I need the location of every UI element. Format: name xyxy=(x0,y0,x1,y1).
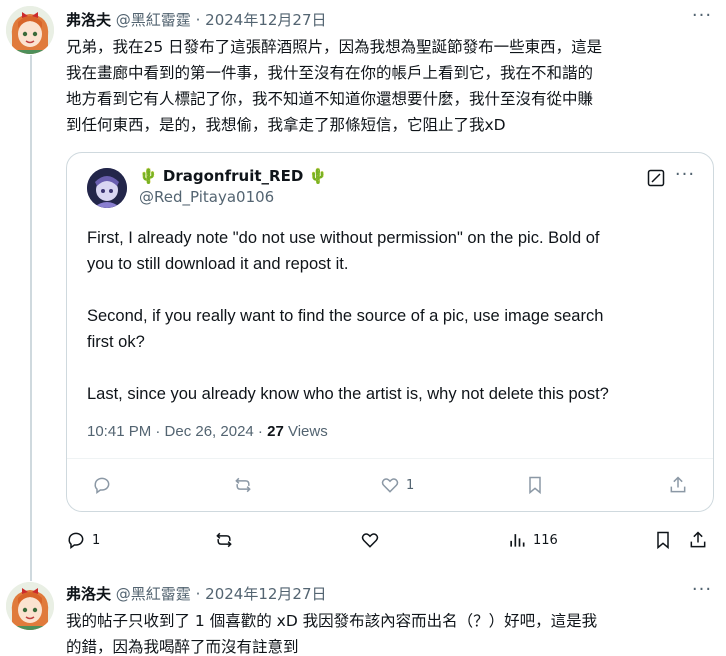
quote-paragraph: First, I already note "do not use withou… xyxy=(87,225,697,277)
quote-views-label: Views xyxy=(287,423,328,440)
quote-line: you to still download it and repost it. xyxy=(87,255,349,273)
timestamp[interactable]: 2024年12月27日 xyxy=(205,585,326,603)
repost-icon xyxy=(233,475,253,495)
quote-line: Last, since you already know who the art… xyxy=(87,385,609,403)
divider xyxy=(67,458,713,459)
bookmark-icon xyxy=(525,475,545,495)
tweet-header: 弗洛夫 @黑紅霤霆 · 2024年12月27日 xyxy=(66,583,327,604)
heart-icon xyxy=(360,530,380,550)
quote-text: First, I already note "do not use withou… xyxy=(87,225,697,433)
tweet-header: 弗洛夫 @黑紅霤霆 · 2024年12月27日 xyxy=(66,9,327,30)
quote-more-options-button[interactable]: ··· xyxy=(673,166,697,189)
quote-views-count: 27 xyxy=(267,423,284,440)
quote-handle[interactable]: @Red_Pitaya0106 xyxy=(139,188,274,206)
quote-name-text: Dragonfruit_RED xyxy=(162,167,304,185)
quote-display-name[interactable]: 🌵 Dragonfruit_RED 🌵 xyxy=(139,167,327,185)
bookmark-button[interactable] xyxy=(653,530,673,550)
cactus-emoji: 🌵 xyxy=(139,167,158,185)
avatar[interactable] xyxy=(6,582,54,630)
bookmark-icon xyxy=(653,530,673,550)
quote-timestamp[interactable]: 10:41 PM · Dec 26, 2024 · xyxy=(87,423,263,440)
tweet-text: 兄弟，我在25 日發布了這張醉酒照片，因為我想為聖誕節發布一些東西，這是 我在畫… xyxy=(66,34,714,138)
avatar[interactable] xyxy=(6,6,54,54)
more-options-button[interactable]: ··· xyxy=(690,7,714,30)
quote-bookmark-button[interactable] xyxy=(525,475,545,495)
quote-paragraph: Last, since you already know who the art… xyxy=(87,381,697,407)
like-button[interactable] xyxy=(360,530,386,550)
views-icon xyxy=(507,530,527,550)
quote-line: first ok? xyxy=(87,333,145,351)
cactus-emoji: 🌵 xyxy=(308,167,328,185)
thread-line xyxy=(30,55,32,581)
heart-icon xyxy=(380,475,400,495)
tweet-text-line: 我在畫廊中看到的第一件事，我什至沒有在你的帳戶上看到它，我在不和諧的 xyxy=(66,64,594,82)
reply-icon xyxy=(92,475,112,495)
quote-reply-button[interactable] xyxy=(92,475,118,495)
handle[interactable]: @黑紅霤霆 xyxy=(116,11,191,29)
repost-icon xyxy=(214,530,234,550)
quote-avatar[interactable] xyxy=(87,168,127,208)
quote-metadata: 10:41 PM · Dec 26, 2024 · 27 Views xyxy=(87,423,328,440)
separator: · xyxy=(195,585,201,603)
handle[interactable]: @黑紅霤霆 xyxy=(116,585,191,603)
quote-line: First, I already note "do not use withou… xyxy=(87,229,600,247)
repost-button[interactable] xyxy=(214,530,240,550)
tweet-action-bar: 1 116 xyxy=(0,528,726,552)
tweet-text-line: 地方看到它有人標記了你，我不知道不知道你還想要什麼，我什至沒有從中賺 xyxy=(66,90,594,108)
quote-repost-button[interactable] xyxy=(233,475,259,495)
tweet-text-line: 兄弟，我在25 日發布了這張醉酒照片，因為我想為聖誕節發布一些東西，這是 xyxy=(66,38,603,56)
separator: · xyxy=(195,11,201,29)
views-count: 116 xyxy=(533,532,558,548)
quote-action-bar: 1 xyxy=(67,471,713,499)
tweet-text-line: 我的帖子只收到了 1 個喜歡的 xD 我因發布該內容而出名（？）好吧，這是我 xyxy=(66,612,598,630)
quote-line: Second, if you really want to find the s… xyxy=(87,307,604,325)
share-icon xyxy=(688,530,708,550)
reply-count: 1 xyxy=(92,532,101,548)
more-options-button[interactable]: ··· xyxy=(690,581,714,604)
tweet-text-line: 的錯，因為我喝醉了而沒有註意到 xyxy=(66,638,299,656)
reply-icon xyxy=(66,530,86,550)
share-button[interactable] xyxy=(688,530,708,550)
tweet-text: 我的帖子只收到了 1 個喜歡的 xD 我因發布該內容而出名（？）好吧，這是我 的… xyxy=(66,608,714,656)
quote-like-button[interactable]: 1 xyxy=(380,475,414,495)
views-button[interactable]: 116 xyxy=(507,530,558,550)
quote-paragraph: Second, if you really want to find the s… xyxy=(87,303,697,355)
display-name[interactable]: 弗洛夫 xyxy=(66,585,111,603)
display-name[interactable]: 弗洛夫 xyxy=(66,11,111,29)
timestamp[interactable]: 2024年12月27日 xyxy=(205,11,326,29)
reply-button[interactable]: 1 xyxy=(66,530,100,550)
quoted-tweet[interactable]: 🌵 Dragonfruit_RED 🌵 @Red_Pitaya0106 ··· … xyxy=(66,152,714,512)
edit-icon[interactable] xyxy=(647,169,665,187)
quote-share-button[interactable] xyxy=(668,475,688,495)
tweet-text-line: 到任何東西，是的，我想偷，我拿走了那條短信，它阻止了我xD xyxy=(66,116,506,134)
quote-like-count: 1 xyxy=(406,477,415,493)
share-icon xyxy=(668,475,688,495)
